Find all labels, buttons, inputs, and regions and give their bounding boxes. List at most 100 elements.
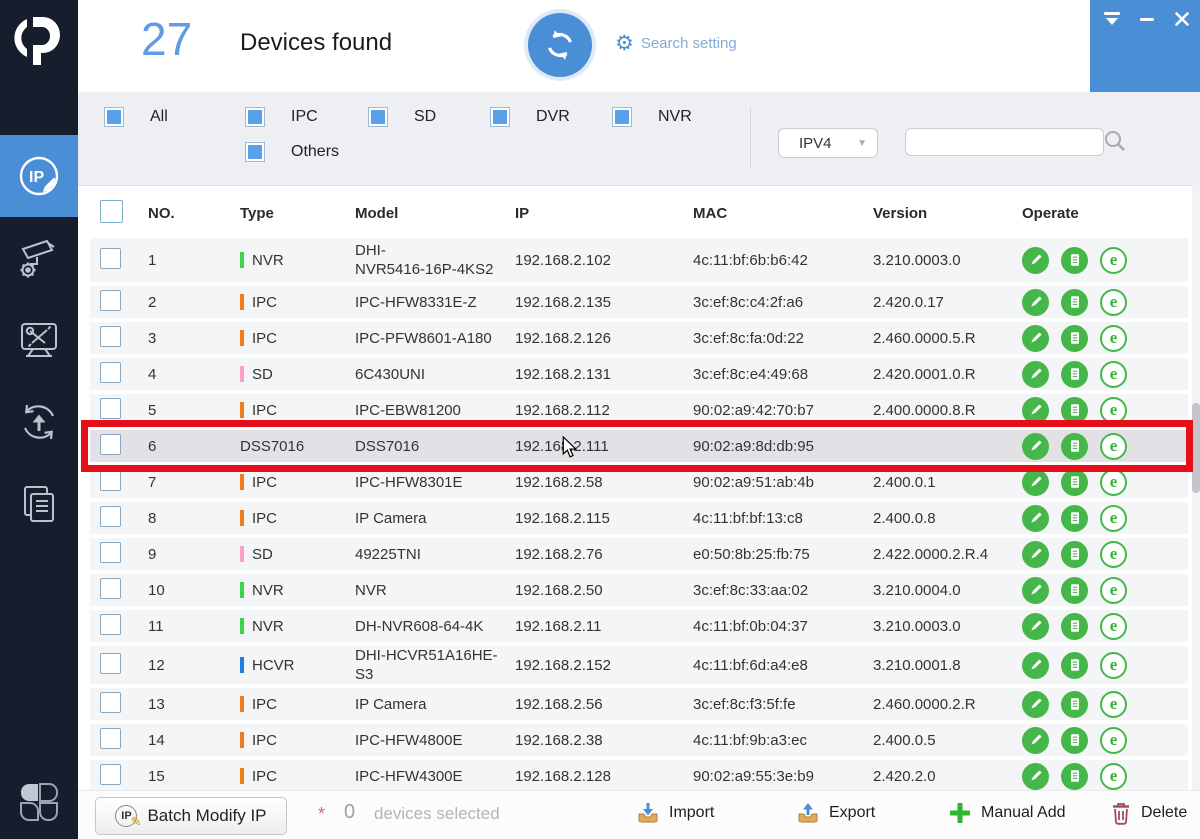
import-button[interactable]: Import — [636, 801, 714, 825]
open-in-browser-button[interactable]: e — [1100, 541, 1127, 568]
export-button[interactable]: Export — [796, 801, 875, 825]
edit-device-button[interactable] — [1022, 433, 1049, 460]
row-checkbox[interactable] — [100, 614, 121, 635]
checkbox-all[interactable] — [105, 108, 123, 126]
minimize-button[interactable] — [1137, 10, 1157, 28]
device-details-button[interactable] — [1061, 505, 1088, 532]
device-details-button[interactable] — [1061, 433, 1088, 460]
row-checkbox[interactable] — [100, 248, 121, 269]
row-checkbox[interactable] — [100, 398, 121, 419]
refresh-button[interactable] — [528, 13, 592, 77]
close-button[interactable] — [1172, 10, 1192, 28]
manual-add-button[interactable]: Manual Add — [948, 801, 1066, 825]
edit-device-button[interactable] — [1022, 397, 1049, 424]
open-in-browser-button[interactable]: e — [1100, 763, 1127, 790]
checkbox-ipc[interactable] — [246, 108, 264, 126]
open-in-browser-button[interactable]: e — [1100, 577, 1127, 604]
device-details-button[interactable] — [1061, 691, 1088, 718]
open-in-browser-button[interactable]: e — [1100, 691, 1127, 718]
batch-modify-ip-button[interactable]: IP✎ Batch Modify IP — [95, 797, 287, 835]
edit-device-button[interactable] — [1022, 505, 1049, 532]
row-checkbox[interactable] — [100, 470, 121, 491]
checkbox-sd[interactable] — [369, 108, 387, 126]
table-row[interactable]: 11 NVR DH-NVR608-64-4K 192.168.2.11 4c:1… — [90, 610, 1188, 642]
search-input[interactable] — [905, 128, 1104, 156]
filter-all[interactable]: All — [105, 108, 168, 126]
device-details-button[interactable] — [1061, 727, 1088, 754]
ip-version-select[interactable]: IPV4 ▼ — [778, 128, 878, 158]
filter-nvr[interactable]: NVR — [613, 108, 692, 126]
table-row[interactable]: 12 HCVR DHI-HCVR51A16HE-S3 192.168.2.152… — [90, 646, 1188, 684]
row-checkbox[interactable] — [100, 653, 121, 674]
device-details-button[interactable] — [1061, 763, 1088, 790]
filter-others[interactable]: Others — [246, 143, 339, 161]
table-row[interactable]: 4 SD 6C430UNI 192.168.2.131 3c:ef:8c:e4:… — [90, 358, 1188, 390]
edit-device-button[interactable] — [1022, 289, 1049, 316]
table-row[interactable]: 2 IPC IPC-HFW8331E-Z 192.168.2.135 3c:ef… — [90, 286, 1188, 318]
open-in-browser-button[interactable]: e — [1100, 727, 1127, 754]
open-in-browser-button[interactable]: e — [1100, 505, 1127, 532]
edit-device-button[interactable] — [1022, 763, 1049, 790]
edit-device-button[interactable] — [1022, 541, 1049, 568]
table-row[interactable]: 3 IPC IPC-PFW8601-A180 192.168.2.126 3c:… — [90, 322, 1188, 354]
edit-device-button[interactable] — [1022, 727, 1049, 754]
delete-button[interactable]: Delete — [1110, 801, 1187, 825]
table-row[interactable]: 8 IPC IP Camera 192.168.2.115 4c:11:bf:b… — [90, 502, 1188, 534]
row-checkbox[interactable] — [100, 434, 121, 455]
skin-menu-icon[interactable] — [1102, 10, 1122, 28]
row-checkbox[interactable] — [100, 728, 121, 749]
row-checkbox[interactable] — [100, 764, 121, 785]
device-details-button[interactable] — [1061, 577, 1088, 604]
select-all-checkbox[interactable] — [100, 200, 123, 223]
row-checkbox[interactable] — [100, 542, 121, 563]
row-checkbox[interactable] — [100, 326, 121, 347]
open-in-browser-button[interactable]: e — [1100, 325, 1127, 352]
open-in-browser-button[interactable]: e — [1100, 289, 1127, 316]
edit-device-button[interactable] — [1022, 652, 1049, 679]
open-in-browser-button[interactable]: e — [1100, 361, 1127, 388]
open-in-browser-button[interactable]: e — [1100, 247, 1127, 274]
sidebar-item-device-info[interactable] — [0, 463, 78, 545]
sidebar-item-modify-ip[interactable]: IP — [0, 135, 78, 217]
checkbox-others[interactable] — [246, 143, 264, 161]
device-details-button[interactable] — [1061, 469, 1088, 496]
table-row[interactable]: 10 NVR NVR 192.168.2.50 3c:ef:8c:33:aa:0… — [90, 574, 1188, 606]
filter-sd[interactable]: SD — [369, 108, 436, 126]
search-icon[interactable] — [1102, 128, 1128, 154]
checkbox-nvr[interactable] — [613, 108, 631, 126]
row-checkbox[interactable] — [100, 578, 121, 599]
device-details-button[interactable] — [1061, 289, 1088, 316]
open-in-browser-button[interactable]: e — [1100, 469, 1127, 496]
sidebar-item-apps[interactable] — [0, 772, 78, 832]
device-details-button[interactable] — [1061, 541, 1088, 568]
open-in-browser-button[interactable]: e — [1100, 397, 1127, 424]
table-row[interactable]: 6 DSS7016 DSS7016 192.168.2.111 90:02:a9… — [90, 430, 1188, 462]
row-checkbox[interactable] — [100, 692, 121, 713]
filter-ipc[interactable]: IPC — [246, 108, 318, 126]
edit-device-button[interactable] — [1022, 691, 1049, 718]
device-details-button[interactable] — [1061, 247, 1088, 274]
table-row[interactable]: 5 IPC IPC-EBW81200 192.168.2.112 90:02:a… — [90, 394, 1188, 426]
table-row[interactable]: 13 IPC IP Camera 192.168.2.56 3c:ef:8c:f… — [90, 688, 1188, 720]
edit-device-button[interactable] — [1022, 469, 1049, 496]
checkbox-dvr[interactable] — [491, 108, 509, 126]
edit-device-button[interactable] — [1022, 325, 1049, 352]
table-row[interactable]: 1 NVR DHI- NVR5416-16P-4KS2 192.168.2.10… — [90, 238, 1188, 282]
device-details-button[interactable] — [1061, 397, 1088, 424]
sidebar-item-upgrade[interactable] — [0, 381, 78, 463]
search-setting-button[interactable]: ⚙ Search setting — [615, 33, 737, 54]
sidebar-item-device-config[interactable] — [0, 217, 78, 299]
open-in-browser-button[interactable]: e — [1100, 613, 1127, 640]
edit-device-button[interactable] — [1022, 577, 1049, 604]
row-checkbox[interactable] — [100, 506, 121, 527]
table-row[interactable]: 9 SD 49225TNI 192.168.2.76 e0:50:8b:25:f… — [90, 538, 1188, 570]
device-details-button[interactable] — [1061, 613, 1088, 640]
edit-device-button[interactable] — [1022, 361, 1049, 388]
device-details-button[interactable] — [1061, 325, 1088, 352]
open-in-browser-button[interactable]: e — [1100, 652, 1127, 679]
row-checkbox[interactable] — [100, 362, 121, 383]
table-row[interactable]: 15 IPC IPC-HFW4300E 192.168.2.128 90:02:… — [90, 760, 1188, 792]
table-row[interactable]: 14 IPC IPC-HFW4800E 192.168.2.38 4c:11:b… — [90, 724, 1188, 756]
row-checkbox[interactable] — [100, 290, 121, 311]
device-details-button[interactable] — [1061, 652, 1088, 679]
